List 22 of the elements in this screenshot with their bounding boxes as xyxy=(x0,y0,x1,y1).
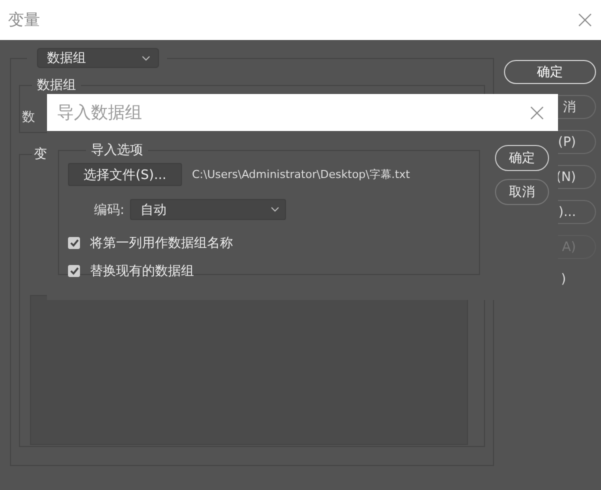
dialog-button[interactable]: 确定 xyxy=(504,60,596,84)
caret-icon xyxy=(271,207,280,212)
caret-icon xyxy=(142,56,150,60)
checkbox-label: 替换现有的数据组 xyxy=(90,263,194,280)
file-path: C:\Users\Administrator\Desktop\字幕.txt xyxy=(192,167,410,182)
dialog-button[interactable]: 确定 xyxy=(495,145,549,171)
dialog-button[interactable]: 取消 xyxy=(495,179,549,205)
close-icon[interactable] xyxy=(578,13,592,27)
group-title: 导入选项 xyxy=(90,142,144,159)
checkbox-label: 将第一列用作数据组名称 xyxy=(90,235,233,252)
data-set-dropdown[interactable]: 数据组 xyxy=(37,48,159,68)
checkbox[interactable] xyxy=(68,265,80,277)
group-title: 变 xyxy=(33,146,48,163)
encoding-label: 编码: xyxy=(94,202,124,218)
choose-file-button[interactable]: 选择文件(S)... xyxy=(68,163,182,186)
dialog-title: 导入数据组 xyxy=(57,102,142,124)
group-title: 数据组 xyxy=(36,77,77,94)
checkbox[interactable] xyxy=(68,237,80,249)
close-icon[interactable] xyxy=(530,106,544,120)
encoding-dropdown[interactable]: 自动 xyxy=(130,199,286,220)
window-title: 变量 xyxy=(8,10,40,30)
field-label: 数 xyxy=(22,109,35,126)
